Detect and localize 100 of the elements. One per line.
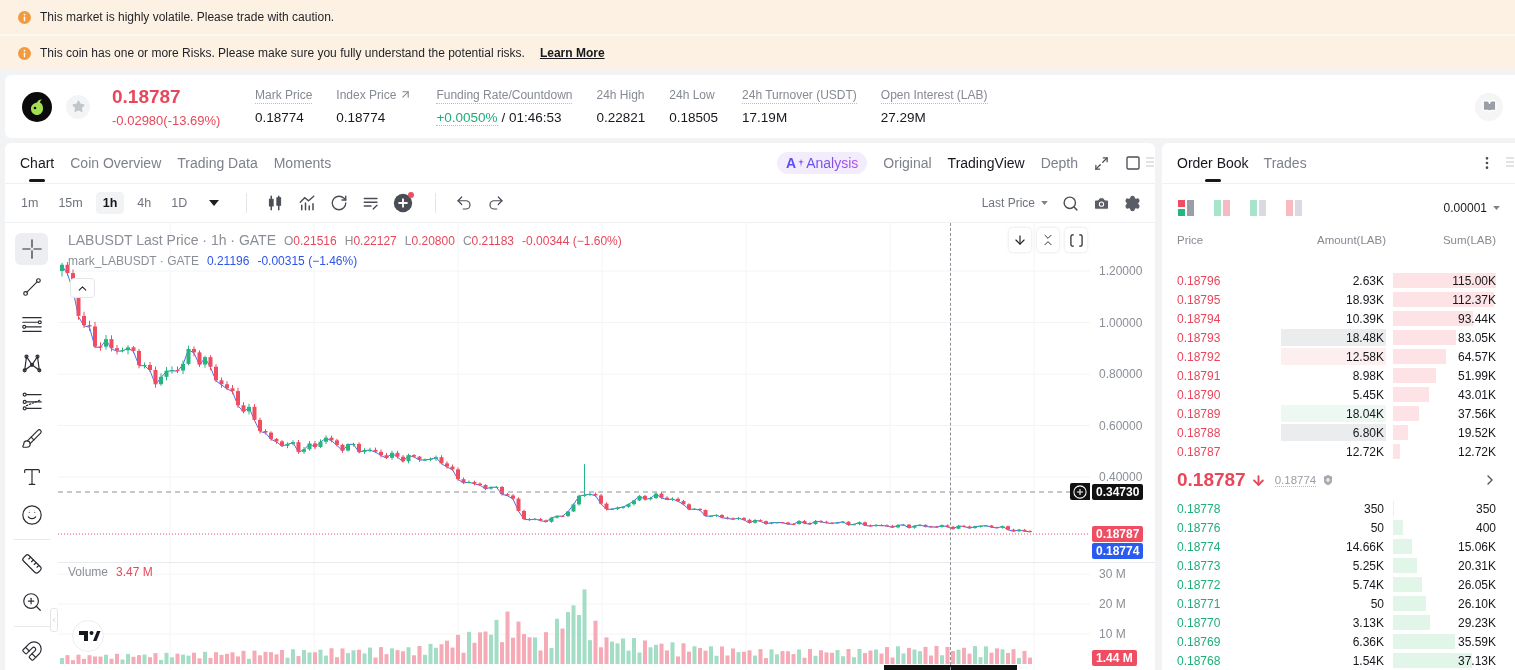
expand-icon [1094, 155, 1109, 171]
order-sum: 37.56K [1457, 406, 1496, 421]
order-amount: 50 [1370, 520, 1384, 535]
learn-more-link[interactable]: Learn More [539, 46, 605, 60]
guide-button[interactable] [1475, 92, 1503, 121]
order-price: 0.18772 [1177, 577, 1222, 592]
order-amount: 6.36K [1352, 634, 1384, 649]
mark-price-tag: 0.18774 [1092, 543, 1144, 559]
ohlc-value: H0.22127 [344, 234, 397, 248]
settings-button[interactable] [1124, 194, 1141, 212]
screenshot-button[interactable] [1093, 194, 1110, 212]
volume-label: Volume [68, 565, 109, 579]
caret-down-icon [1493, 206, 1500, 210]
window-button[interactable] [1125, 155, 1141, 171]
volume-tag: 1.44 M [1092, 650, 1137, 666]
add-alert-button[interactable] [1070, 483, 1090, 500]
chart-view-tab[interactable]: Original [883, 155, 932, 171]
stat-label: 24h Turnover (USDT) [742, 87, 857, 104]
price-axis-label: 0.40000 [1099, 470, 1143, 484]
stat-value: +0.0050% [436, 109, 498, 126]
rotate-arrow-icon [330, 194, 349, 212]
chart-logo-icon[interactable] [72, 620, 104, 652]
order-amount: 5.45K [1352, 387, 1384, 402]
order-sum: 51.99K [1457, 368, 1496, 383]
order-amount: 10.39K [1345, 311, 1384, 326]
ohlc-value: C0.21183 [462, 234, 515, 248]
expand-button[interactable] [1094, 155, 1109, 171]
order-layout-icon [1250, 200, 1266, 216]
stat-label: 24h High [596, 87, 645, 104]
order-amount: 3.13K [1352, 615, 1384, 630]
order-amount: 5.74K [1352, 577, 1384, 592]
interval-button[interactable]: 15m [51, 192, 90, 214]
order-sum: 26.10K [1457, 596, 1496, 611]
collapse-legend-button[interactable] [70, 278, 95, 298]
order-price: 0.18768 [1177, 653, 1222, 668]
order-amount: 50 [1370, 596, 1384, 611]
stat-link[interactable]: Index Price [336, 87, 413, 104]
interval-button[interactable]: 1m [14, 192, 46, 214]
order-price: 0.18776 [1177, 520, 1222, 535]
column-header: Sum(LAB) [1441, 234, 1496, 246]
layout-button[interactable] [1178, 200, 1194, 216]
warning-text: This market is highly volatile. Please trade with caution. [40, 10, 335, 24]
chart-tab[interactable]: Moments [273, 143, 332, 183]
order-layout-icon [1178, 200, 1194, 216]
stat-value: 0.18505 [669, 109, 719, 126]
pattern-icon [20, 352, 43, 374]
order-price: 0.18788 [1177, 425, 1222, 440]
chevron-left-icon [51, 616, 57, 624]
collapse-button[interactable] [1037, 228, 1059, 252]
interval-button[interactable]: 1h [95, 192, 125, 214]
order-price: 0.18771 [1177, 596, 1222, 611]
price-axis-label: 1.20000 [1099, 264, 1143, 278]
warning-text: This coin has one or more Risks. Please make sure you fully understand the potential risks. [40, 46, 525, 60]
search-button[interactable] [1062, 194, 1079, 212]
chart-view-tab[interactable]: TradingView [947, 155, 1025, 171]
order-sum: 26.05K [1457, 577, 1496, 592]
chart-view-tab[interactable]: Depth [1040, 155, 1078, 171]
order-book-tab[interactable]: Trades [1263, 143, 1307, 183]
drag-handle-icon [1506, 157, 1514, 167]
price-change: -0.02980(-13.69%) [112, 112, 222, 128]
volume-axis-label: 30 M [1099, 567, 1126, 581]
mark-price-value: 0.21196 [206, 254, 250, 268]
interval-button[interactable]: 4h [130, 192, 159, 214]
stat-label: Open Interest (LAB) [880, 87, 988, 104]
order-layout-icon [1286, 200, 1302, 216]
ohlc-value: O0.21516 [284, 234, 337, 248]
order-sum: 37.13K [1457, 653, 1496, 668]
order-price: 0.18770 [1177, 615, 1222, 630]
order-price: 0.18794 [1177, 311, 1222, 326]
ai-analysis-button[interactable]: A Analysis [777, 152, 868, 174]
order-sum: 20.31K [1457, 558, 1496, 573]
order-sum: 29.23K [1457, 615, 1496, 630]
trend-line-icon [20, 276, 43, 298]
indicator-chart-icon [298, 194, 317, 212]
order-sum: 15.06K [1457, 539, 1496, 554]
order-amount: 8.98K [1352, 368, 1384, 383]
countdown-value: / 01:46:53 [501, 109, 562, 126]
order-amount: 12.58K [1345, 349, 1384, 364]
fullscreen-button[interactable] [1065, 228, 1087, 252]
price-source-dropdown[interactable]: Last Price [981, 196, 1048, 210]
ohlc-value: L0.20800 [404, 234, 455, 248]
chart-tab[interactable]: Coin Overview [70, 143, 162, 183]
price-axis-label: 1.00000 [1099, 315, 1143, 330]
tick-size-dropdown[interactable]: 0.00001 [1443, 201, 1500, 215]
star-icon [71, 100, 85, 113]
info-icon [18, 10, 31, 24]
order-amount: 18.93K [1345, 292, 1384, 307]
scroll-latest-button[interactable] [1009, 228, 1031, 252]
order-sum: 115.00K [1452, 273, 1496, 288]
order-book-tab[interactable]: Order Book [1177, 143, 1249, 183]
coin-logo-icon [22, 91, 52, 122]
chart-tab[interactable]: Chart [20, 143, 55, 183]
volume-axis-label: 20 M [1099, 597, 1126, 611]
stat-label: 24h Low [669, 87, 715, 104]
chart-tab[interactable]: Trading Data [177, 143, 258, 183]
redo-icon [487, 194, 506, 212]
plus-circle-icon [393, 193, 414, 213]
interval-button[interactable]: 1D [164, 192, 195, 214]
stat-label: Mark Price [255, 87, 313, 104]
order-sum: 43.01K [1457, 387, 1496, 402]
